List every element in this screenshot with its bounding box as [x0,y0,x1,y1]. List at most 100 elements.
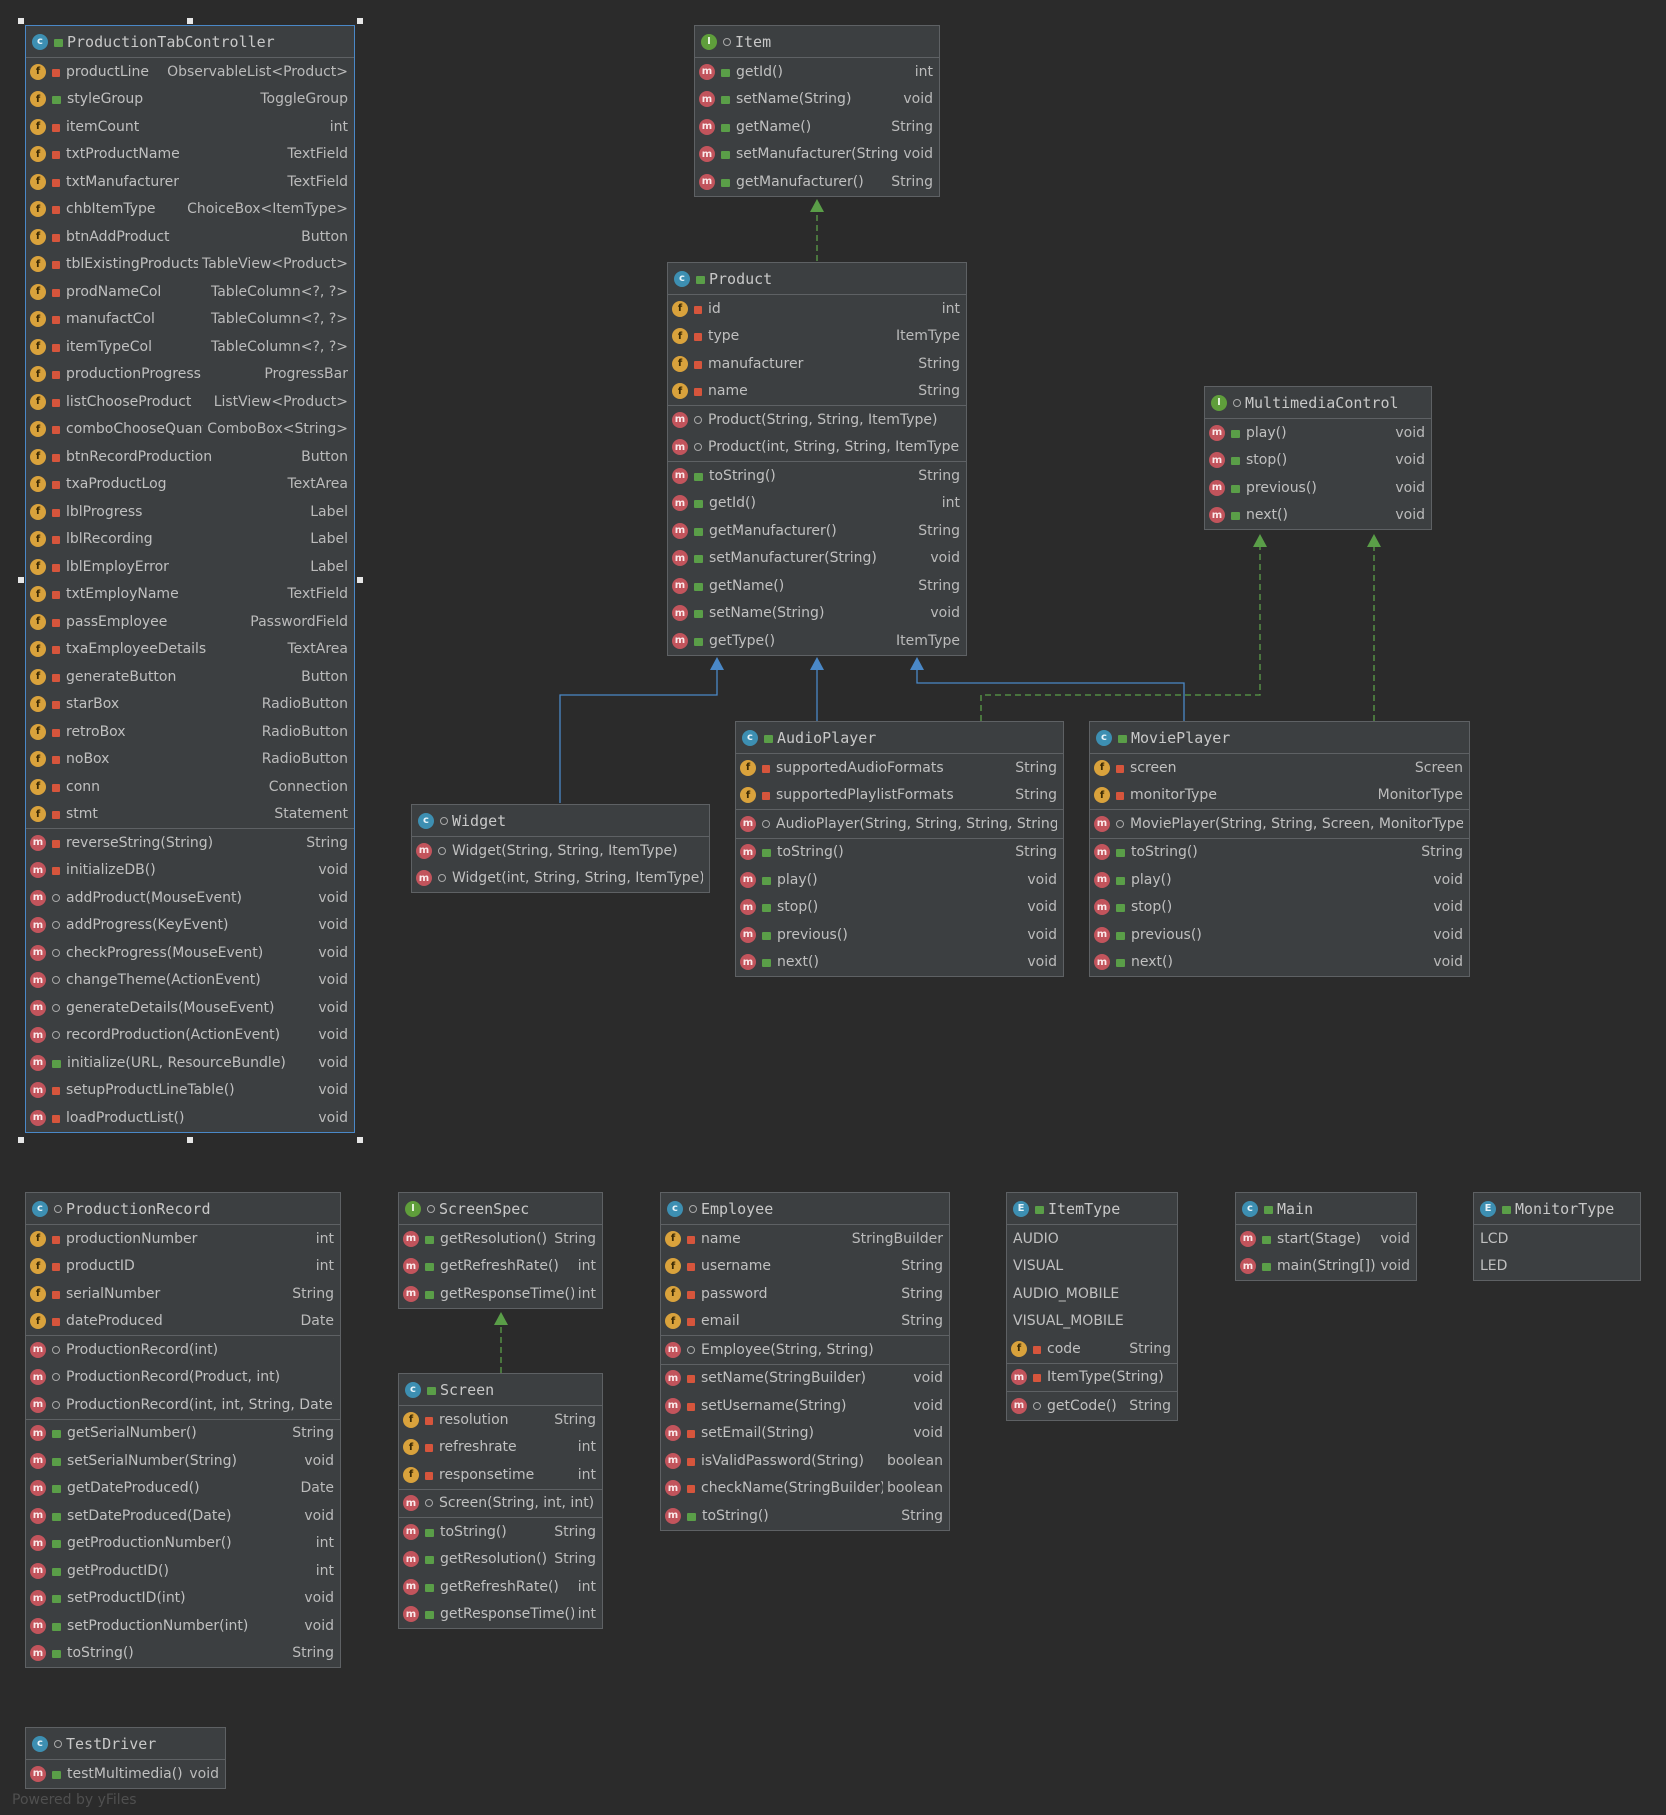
enum-constant[interactable]: AUDIO_MOBILE [1007,1280,1177,1308]
selection-handle-bottom-right[interactable] [357,1137,363,1143]
method-row[interactable]: m setDateProduced(Date) void [26,1502,340,1530]
method-row[interactable]: m getId() int [695,58,939,86]
method-row[interactable]: m getProductionNumber() int [26,1530,340,1558]
selection-handle-top-right[interactable] [357,18,363,24]
field-row[interactable]: f productionProgress ProgressBar [26,361,354,389]
selection-handle-middle-left[interactable] [18,577,24,583]
method-row[interactable]: m play() void [736,866,1063,894]
class-header[interactable]: c AudioPlayer [736,722,1063,754]
field-row[interactable]: f conn Connection [26,773,354,801]
method-row[interactable]: m testMultimedia() void [26,1760,225,1788]
method-row[interactable]: m checkProgress(MouseEvent) void [26,939,354,967]
field-row[interactable]: f lblRecording Label [26,526,354,554]
method-row[interactable]: m ProductionRecord(Product, int) [26,1364,340,1392]
method-row[interactable]: m getResolution() String [399,1225,602,1253]
field-row[interactable]: f refreshrate int [399,1434,602,1462]
method-row[interactable]: m setSerialNumber(String) void [26,1447,340,1475]
method-row[interactable]: m getId() int [668,490,966,518]
class-header[interactable]: c Widget [412,805,709,837]
method-row[interactable]: m getRefreshRate() int [399,1573,602,1601]
method-row[interactable]: m ProductionRecord(int, int, String, Date… [26,1391,340,1419]
method-row[interactable]: m Widget(String, String, ItemType) [412,837,709,865]
field-row[interactable]: f password String [661,1280,949,1308]
field-row[interactable]: f styleGroup ToggleGroup [26,86,354,114]
method-row[interactable]: m toString() String [399,1518,602,1546]
method-row[interactable]: m play() void [1205,419,1431,447]
field-row[interactable]: f serialNumber String [26,1280,340,1308]
method-row[interactable]: m getName() String [695,113,939,141]
class-box-employee[interactable]: c Employee f name StringBuilder f username Stri… [660,1192,950,1531]
field-row[interactable]: f itemTypeCol TableColumn<?, ?> [26,333,354,361]
field-row[interactable]: f retroBox RadioButton [26,718,354,746]
field-row[interactable]: f noBox RadioButton [26,746,354,774]
field-row[interactable]: f dateProduced Date [26,1308,340,1336]
class-header[interactable]: c Screen [399,1374,602,1406]
field-row[interactable]: f name StringBuilder [661,1225,949,1253]
method-row[interactable]: m toString() String [1090,839,1469,867]
class-header[interactable]: I ScreenSpec [399,1193,602,1225]
diagram-canvas[interactable]: Powered by yFiles c ProductionTabControll… [0,0,1666,1815]
field-row[interactable]: f btnAddProduct Button [26,223,354,251]
method-row[interactable]: m getManufacturer() String [695,168,939,196]
method-row[interactable]: m ItemType(String) [1007,1364,1177,1392]
method-row[interactable]: m recordProduction(ActionEvent) void [26,1022,354,1050]
field-row[interactable]: f lblEmployError Label [26,553,354,581]
class-box-monitortype[interactable]: E MonitorType LCD LED [1473,1192,1641,1281]
method-row[interactable]: m previous() void [1205,474,1431,502]
method-row[interactable]: m setupProductLineTable() void [26,1077,354,1105]
field-row[interactable]: f manufacturer String [668,350,966,378]
class-header[interactable]: c Main [1236,1193,1416,1225]
class-header[interactable]: c ProductionTabController [26,26,354,58]
method-row[interactable]: m previous() void [736,921,1063,949]
field-row[interactable]: f listChooseProduct ListView<Product> [26,388,354,416]
field-row[interactable]: f itemCount int [26,113,354,141]
field-row[interactable]: f screen Screen [1090,754,1469,782]
method-row[interactable]: m play() void [1090,866,1469,894]
method-row[interactable]: m setProductID(int) void [26,1585,340,1613]
field-row[interactable]: f stmt Statement [26,801,354,829]
field-row[interactable]: f supportedPlaylistFormats String [736,782,1063,810]
method-row[interactable]: m main(String[]) void [1236,1253,1416,1281]
method-row[interactable]: m next() void [1205,502,1431,530]
method-row[interactable]: m toString() String [661,1502,949,1530]
method-row[interactable]: m addProduct(MouseEvent) void [26,884,354,912]
method-row[interactable]: m Product(int, String, String, ItemType) [668,434,966,462]
method-row[interactable]: m getRefreshRate() int [399,1253,602,1281]
selection-handle-middle-right[interactable] [357,577,363,583]
field-row[interactable]: f supportedAudioFormats String [736,754,1063,782]
method-row[interactable]: m getResolution() String [399,1546,602,1574]
method-row[interactable]: m isValidPassword(String) boolean [661,1447,949,1475]
method-row[interactable]: m previous() void [1090,921,1469,949]
method-row[interactable]: m checkName(StringBuilder) boolean [661,1475,949,1503]
selection-handle-bottom-left[interactable] [18,1137,24,1143]
method-row[interactable]: m getType() ItemType [668,627,966,655]
class-box-item[interactable]: I Item m getId() int m setName(String) void m get… [694,25,940,197]
field-row[interactable]: f responsetime int [399,1461,602,1489]
method-row[interactable]: m Product(String, String, ItemType) [668,406,966,434]
selection-handle-bottom-middle[interactable] [187,1137,193,1143]
method-row[interactable]: m setUsername(String) void [661,1392,949,1420]
class-header[interactable]: E MonitorType [1474,1193,1640,1225]
field-row[interactable]: f prodNameCol TableColumn<?, ?> [26,278,354,306]
field-row[interactable]: f txaProductLog TextArea [26,471,354,499]
class-header[interactable]: c TestDriver [26,1728,225,1760]
method-row[interactable]: m generateDetails(MouseEvent) void [26,994,354,1022]
method-row[interactable]: m getResponseTime() int [399,1280,602,1308]
class-box-mmc[interactable]: I MultimediaControl m play() void m stop() void… [1204,386,1432,530]
field-row[interactable]: f name String [668,378,966,406]
field-row[interactable]: f chbItemType ChoiceBox<ItemType> [26,196,354,224]
field-row[interactable]: f txaEmployeeDetails TextArea [26,636,354,664]
method-row[interactable]: m reverseString(String) String [26,829,354,857]
method-row[interactable]: m start(Stage) void [1236,1225,1416,1253]
class-box-ptc[interactable]: c ProductionTabController f productLine Obse… [25,25,355,1133]
selection-handle-top-left[interactable] [18,18,24,24]
field-row[interactable]: f passEmployee PasswordField [26,608,354,636]
class-box-sspec[interactable]: I ScreenSpec m getResolution() String m getRef… [398,1192,603,1309]
method-row[interactable]: m getCode() String [1007,1392,1177,1420]
method-row[interactable]: m loadProductList() void [26,1104,354,1132]
field-row[interactable]: f comboChooseQuant ComboBox<String> [26,416,354,444]
field-row[interactable]: f txtEmployName TextField [26,581,354,609]
method-row[interactable]: m getManufacturer() String [668,517,966,545]
field-row[interactable]: f productionNumber int [26,1225,340,1253]
method-row[interactable]: m stop() void [736,894,1063,922]
